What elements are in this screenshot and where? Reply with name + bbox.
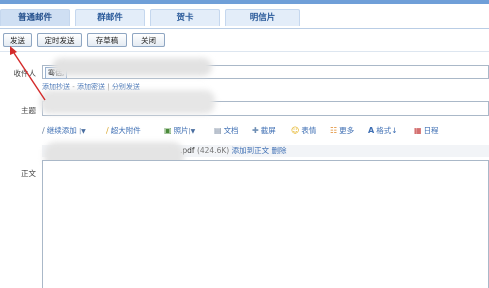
arrow-head — [10, 46, 17, 55]
arrow-shaft — [11, 49, 46, 101]
annotation-arrow — [10, 46, 46, 101]
